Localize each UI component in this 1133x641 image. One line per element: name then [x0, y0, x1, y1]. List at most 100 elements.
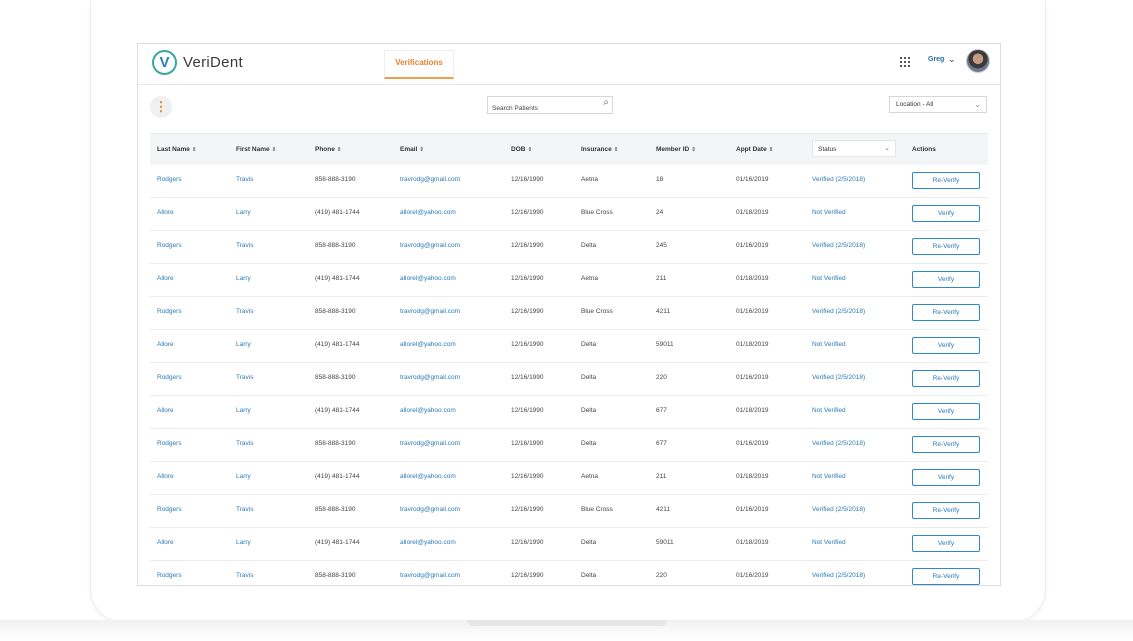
first-name-cell[interactable]: Larry — [236, 209, 251, 216]
status-cell[interactable]: Verified (2/5/2018) — [812, 572, 865, 579]
re-verify-button[interactable]: Re-Verify — [912, 568, 980, 585]
first-name-cell[interactable]: Travis — [236, 176, 253, 183]
member-id-cell: 59011 — [656, 539, 674, 546]
first-name-cell[interactable]: Larry — [236, 407, 251, 414]
status-cell[interactable]: Not Verified — [812, 341, 846, 348]
chevron-down-icon[interactable]: ⌄ — [948, 54, 956, 65]
last-name-cell[interactable]: Rodgers — [157, 176, 182, 183]
status-cell[interactable]: Not Verified — [812, 275, 846, 282]
email-cell[interactable]: travrodg@gmail.com — [400, 440, 460, 447]
insurance-cell: Delta — [581, 341, 597, 348]
avatar[interactable] — [966, 49, 990, 73]
last-name-cell[interactable]: Rodgers — [157, 242, 182, 249]
email-cell[interactable]: allorel@yahoo.com — [400, 407, 456, 414]
last-name-cell[interactable]: Allore — [157, 407, 174, 414]
first-name-cell[interactable]: Travis — [236, 242, 253, 249]
re-verify-button[interactable]: Re-Verify — [912, 370, 980, 387]
column-header-last-name[interactable]: Last Name ⇕ — [157, 146, 196, 153]
column-header-phone[interactable]: Phone ⇕ — [315, 146, 341, 153]
email-cell[interactable]: travrodg@gmail.com — [400, 176, 460, 183]
verify-button[interactable]: Verify — [912, 469, 980, 486]
first-name-cell[interactable]: Travis — [236, 374, 253, 381]
first-name-cell[interactable]: Larry — [236, 275, 251, 282]
status-cell[interactable]: Verified (2/5/2018) — [812, 242, 865, 249]
verify-button[interactable]: Verify — [912, 403, 980, 420]
status-cell[interactable]: Verified (2/5/2018) — [812, 440, 865, 447]
chevron-down-icon: ⌄ — [884, 145, 890, 152]
status-cell[interactable]: Verified (2/5/2018) — [812, 506, 865, 513]
first-name-cell[interactable]: Travis — [236, 440, 253, 447]
column-header-member-id[interactable]: Member ID ⇕ — [656, 146, 696, 153]
status-filter-select[interactable]: Status ⌄ — [812, 140, 896, 157]
location-select[interactable]: Location - All ⌄ — [889, 96, 987, 113]
verify-button[interactable]: Verify — [912, 205, 980, 222]
status-cell[interactable]: Not Verified — [812, 473, 846, 480]
re-verify-button[interactable]: Re-Verify — [912, 172, 980, 189]
last-name-cell[interactable]: Allore — [157, 341, 174, 348]
re-verify-button[interactable]: Re-Verify — [912, 304, 980, 321]
phone-cell: (419) 481-1744 — [315, 209, 360, 216]
appt-date-cell: 01/18/2019 — [736, 209, 769, 216]
last-name-cell[interactable]: Rodgers — [157, 374, 182, 381]
status-cell[interactable]: Verified (2/5/2018) — [812, 374, 865, 381]
last-name-cell[interactable]: Allore — [157, 473, 174, 480]
table-row: Rodgers Travis 858-888-3190 travrodg@gmail.… — [150, 495, 988, 528]
re-verify-button[interactable]: Re-Verify — [912, 502, 980, 519]
last-name-cell[interactable]: Rodgers — [157, 506, 182, 513]
email-cell[interactable]: allorel@yahoo.com — [400, 209, 456, 216]
column-header-insurance[interactable]: Insurance ⇕ — [581, 146, 618, 153]
top-bar: V VeriDent Verifications Greg ⌄ — [138, 44, 1000, 85]
verify-button[interactable]: Verify — [912, 535, 980, 552]
column-header-actions: Actions — [912, 146, 936, 153]
first-name-cell[interactable]: Travis — [236, 308, 253, 315]
email-cell[interactable]: travrodg@gmail.com — [400, 506, 460, 513]
search-icon[interactable]: ⌕ — [603, 97, 609, 108]
search-input[interactable] — [488, 101, 592, 116]
email-cell[interactable]: allorel@yahoo.com — [400, 275, 456, 282]
sort-icon: ⇕ — [271, 147, 277, 153]
column-header-email[interactable]: Email ⇕ — [400, 146, 424, 153]
last-name-cell[interactable]: Allore — [157, 539, 174, 546]
last-name-cell[interactable]: Allore — [157, 209, 174, 216]
email-cell[interactable]: travrodg@gmail.com — [400, 374, 460, 381]
email-cell[interactable]: travrodg@gmail.com — [400, 572, 460, 579]
status-cell[interactable]: Verified (2/5/2018) — [812, 176, 865, 183]
sort-icon: ⇕ — [613, 147, 619, 153]
column-header-first-name[interactable]: First Name ⇕ — [236, 146, 276, 153]
last-name-cell[interactable]: Rodgers — [157, 572, 182, 579]
re-verify-button[interactable]: Re-Verify — [912, 238, 980, 255]
first-name-cell[interactable]: Travis — [236, 506, 253, 513]
status-cell[interactable]: Verified (2/5/2018) — [812, 308, 865, 315]
email-cell[interactable]: allorel@yahoo.com — [400, 473, 456, 480]
email-cell[interactable]: allorel@yahoo.com — [400, 341, 456, 348]
search-box: ⌕ — [487, 96, 613, 116]
status-cell[interactable]: Not Verified — [812, 209, 846, 216]
last-name-cell[interactable]: Rodgers — [157, 440, 182, 447]
email-cell[interactable]: allorel@yahoo.com — [400, 539, 456, 546]
user-name[interactable]: Greg — [928, 56, 944, 63]
tab-verifications[interactable]: Verifications — [384, 50, 454, 79]
first-name-cell[interactable]: Larry — [236, 539, 251, 546]
dob-cell: 12/16/1990 — [511, 308, 544, 315]
last-name-cell[interactable]: Allore — [157, 275, 174, 282]
verify-button[interactable]: Verify — [912, 337, 980, 354]
insurance-cell: Blue Cross — [581, 308, 613, 315]
first-name-cell[interactable]: Larry — [236, 473, 251, 480]
apps-grid-icon[interactable] — [900, 57, 910, 67]
verify-button[interactable]: Verify — [912, 271, 980, 288]
status-cell[interactable]: Not Verified — [812, 407, 846, 414]
member-id-cell: 220 — [656, 572, 667, 579]
re-verify-button[interactable]: Re-Verify — [912, 436, 980, 453]
more-options-button[interactable]: ⋮ — [150, 96, 172, 118]
member-id-cell: 18 — [656, 176, 664, 183]
column-header-dob[interactable]: DOB ⇕ — [511, 146, 532, 153]
status-cell[interactable]: Not Verified — [812, 539, 846, 546]
column-header-appt-date[interactable]: Appt Date ⇕ — [736, 146, 773, 153]
last-name-cell[interactable]: Rodgers — [157, 308, 182, 315]
first-name-cell[interactable]: Larry — [236, 341, 251, 348]
first-name-cell[interactable]: Travis — [236, 572, 253, 579]
dob-cell: 12/16/1990 — [511, 374, 544, 381]
email-cell[interactable]: travrodg@gmail.com — [400, 242, 460, 249]
phone-cell: 858-888-3190 — [315, 506, 356, 513]
email-cell[interactable]: travrodg@gmail.com — [400, 308, 460, 315]
